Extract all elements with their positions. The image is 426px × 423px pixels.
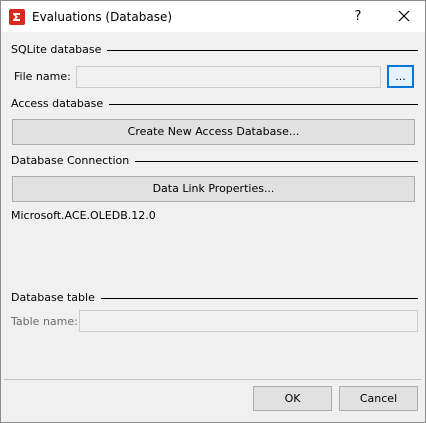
connection-provider-text: Microsoft.ACE.OLEDB.12.0 xyxy=(11,209,156,222)
cancel-button[interactable]: Cancel xyxy=(339,386,418,411)
window-title: Evaluations (Database) xyxy=(32,10,173,24)
footer-separator xyxy=(4,379,422,380)
ok-button[interactable]: OK xyxy=(253,386,332,411)
table-group-label: Database table xyxy=(11,291,101,304)
browse-button[interactable]: ... xyxy=(387,65,414,88)
app-icon xyxy=(9,9,25,25)
create-access-database-button[interactable]: Create New Access Database... xyxy=(12,119,415,145)
title-bar[interactable]: Evaluations (Database) ? xyxy=(1,1,425,32)
file-name-field[interactable] xyxy=(76,66,381,88)
table-name-field xyxy=(79,310,418,332)
close-icon xyxy=(398,10,410,22)
access-group-label: Access database xyxy=(11,97,110,110)
data-link-properties-button[interactable]: Data Link Properties... xyxy=(12,176,415,202)
file-name-label: File name: xyxy=(14,70,71,83)
table-name-label: Table name: xyxy=(11,315,78,328)
close-button[interactable] xyxy=(386,1,422,32)
dialog-window: Evaluations (Database) ? SQLite database… xyxy=(0,0,426,423)
sqlite-group-label: SQLite database xyxy=(11,43,108,56)
help-button[interactable]: ? xyxy=(342,1,374,32)
connection-group-label: Database Connection xyxy=(11,154,136,167)
